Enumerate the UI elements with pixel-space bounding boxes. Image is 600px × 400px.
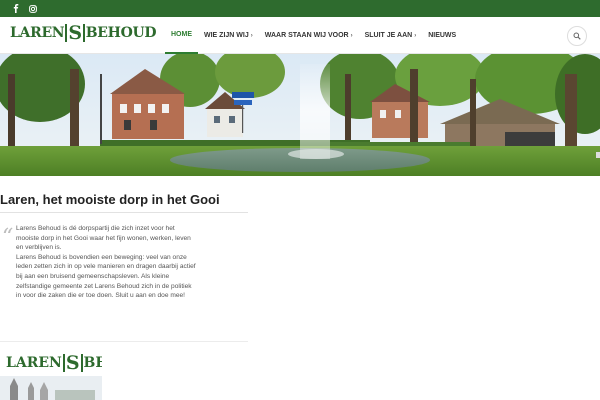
logo-text-left: LAREN [10,25,65,41]
chevron-right-icon: › [350,32,353,39]
logo-text-left: LAREN [6,355,62,371]
nav-item-label: SLUIT JE AAN [364,32,413,39]
divider [0,341,248,342]
nav-item-label: WAAR STAAN WIJ VOOR [264,32,349,39]
logo-text-mid: S [65,24,85,43]
chevron-right-icon: › [414,32,417,39]
instagram-icon[interactable] [28,4,37,13]
divider [0,212,248,213]
nav-item-label: HOME [171,31,192,38]
top-bar [0,0,600,17]
nav-item-nieuws[interactable]: NIEUWS [422,17,462,54]
intro-paragraph: Larens Behoud is dé dorpspartij die zich… [16,225,191,252]
footer-logo-text: LAREN S BEHOUD [6,354,102,373]
search-icon [573,32,581,40]
nav-item-label: NIEUWS [428,32,457,39]
nav-item-label: WIE ZIJN WIJ [204,32,249,39]
footer-logo[interactable]: LAREN S BEHOUD [0,352,102,400]
facebook-icon[interactable] [11,4,20,13]
logo-text-mid: S [62,354,83,373]
chevron-right-icon: › [250,32,253,39]
logo-text-right: BEHOUD [83,355,102,371]
search-button[interactable] [567,26,587,46]
intro-paragraph: Larens Behoud is bovendien een beweging:… [16,253,196,300]
nav-item-home[interactable]: HOME [165,17,198,54]
hero-image [0,54,600,176]
main-nav: HOME WIE ZIJN WIJ › WAAR STAAN WIJ VOOR … [165,17,462,54]
nav-item-wie-zijn-wij[interactable]: WIE ZIJN WIJ › [198,17,259,54]
nav-item-sluit-je-aan[interactable]: SLUIT JE AAN › [359,17,423,54]
quote-icon: “ [2,225,14,250]
nav-item-waar-staan-wij-voor[interactable]: WAAR STAAN WIJ VOOR › [259,17,359,54]
page-title: Laren, het mooiste dorp in het Gooi [0,192,220,207]
site-logo[interactable]: LAREN S BEHOUD [10,24,157,43]
site-header: LAREN S BEHOUD HOME WIE ZIJN WIJ › WAAR … [0,17,600,54]
logo-text-right: BEHOUD [85,25,157,41]
intro-text: Larens Behoud is dé dorpspartij die zich… [16,224,198,301]
